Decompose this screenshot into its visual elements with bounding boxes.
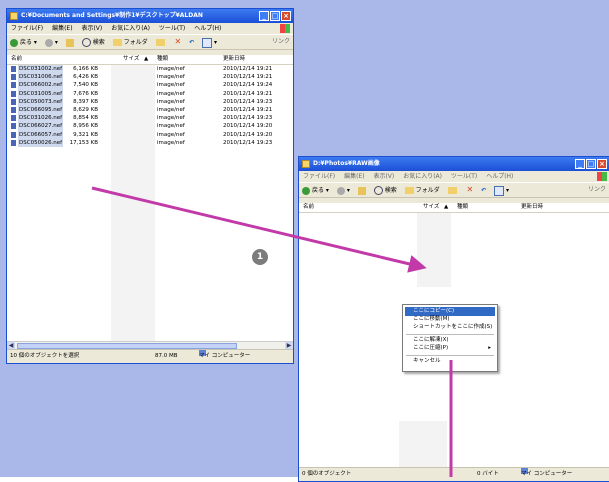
step-number-badge: 1 [252,249,268,265]
annotation-arrows [91,186,453,477]
